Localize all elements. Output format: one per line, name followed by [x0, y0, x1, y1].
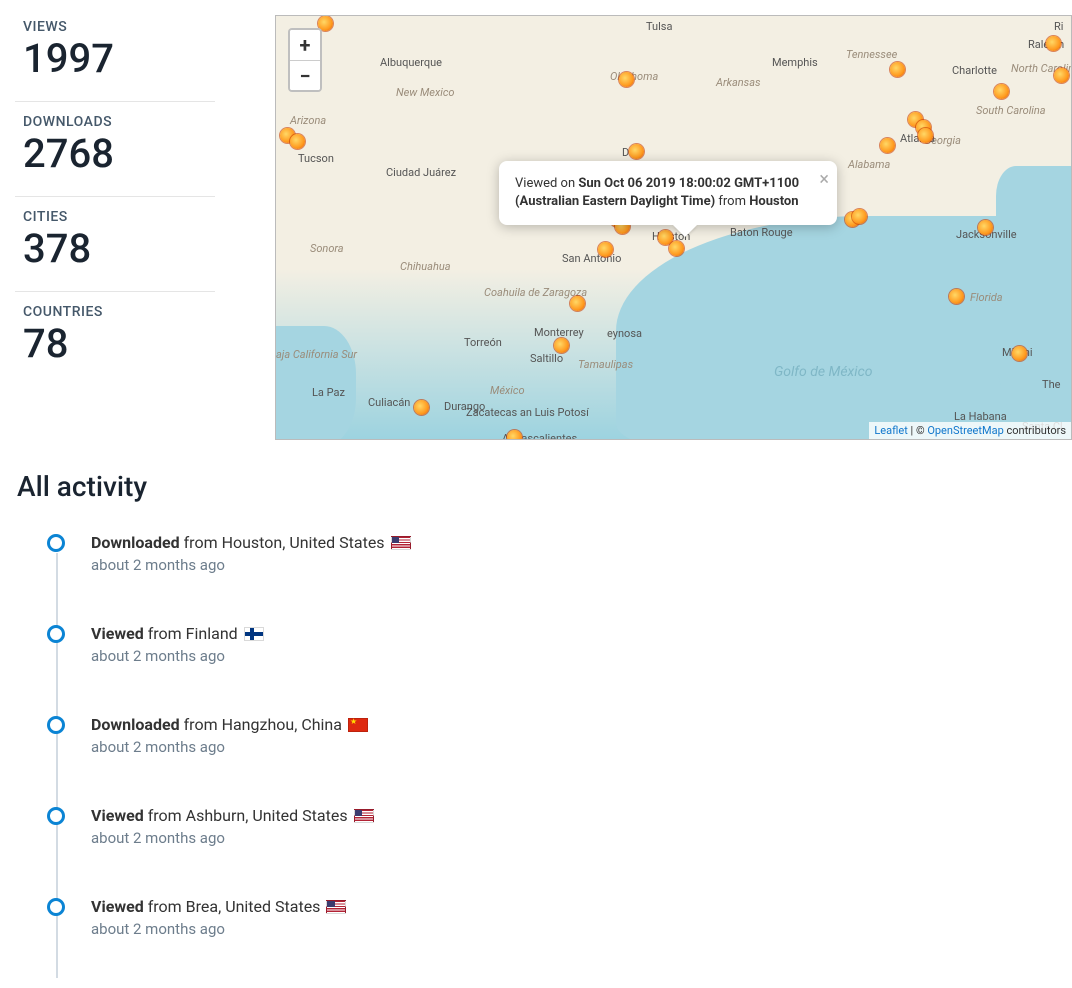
map-marker[interactable]	[918, 128, 933, 143]
activity-item: Viewed from Ashburn, United States about…	[47, 806, 1072, 847]
popup-text-from: from	[715, 194, 749, 209]
stat-value: 78	[23, 322, 207, 366]
map-marker[interactable]	[507, 430, 522, 440]
activity-item: Downloaded from Hangzhou, China about 2 …	[47, 715, 1072, 756]
flag-icon	[354, 809, 374, 823]
map-attribution: Leaflet | © OpenStreetMap contributors	[869, 422, 1071, 439]
activity-action: Viewed	[91, 897, 144, 916]
stat-countries: COUNTRIES 78	[15, 292, 215, 386]
activity-item: Viewed from Brea, United States about 2 …	[47, 897, 1072, 938]
osm-link[interactable]: OpenStreetMap	[927, 424, 1003, 437]
timeline-dot-icon	[47, 534, 65, 552]
map-marker[interactable]	[1054, 68, 1069, 83]
activity-item: Viewed from Finland about 2 months ago	[47, 624, 1072, 665]
map-marker[interactable]	[669, 241, 684, 256]
stat-views: VIEWS 1997	[15, 15, 215, 102]
zoom-control: + −	[288, 28, 322, 92]
zoom-in-button[interactable]: +	[290, 30, 320, 60]
leaflet-link[interactable]: Leaflet	[874, 424, 907, 437]
map-marker[interactable]	[629, 144, 644, 159]
stats-panel: VIEWS 1997 DOWNLOADS 2768 CITIES 378 COU…	[15, 15, 215, 440]
popup-city: Houston	[749, 194, 798, 209]
stat-label: CITIES	[23, 209, 207, 225]
activity-time: about 2 months ago	[91, 829, 1072, 847]
activity-timeline: Downloaded from Houston, United States a…	[47, 533, 1072, 938]
map-marker[interactable]	[978, 220, 993, 235]
activity-action: Viewed	[91, 806, 144, 825]
flag-icon	[348, 718, 368, 732]
activity-time: about 2 months ago	[91, 556, 1072, 574]
zoom-out-button[interactable]: −	[290, 60, 320, 90]
activity-time: about 2 months ago	[91, 920, 1072, 938]
map-popup: × Viewed on Sun Oct 06 2019 18:00:02 GMT…	[499, 161, 837, 225]
activity-location: from Houston, United States	[180, 533, 385, 552]
map-marker[interactable]	[880, 138, 895, 153]
activity-location: from Ashburn, United States	[144, 806, 348, 825]
activity-heading: All activity	[17, 470, 1072, 503]
flag-icon	[391, 536, 411, 550]
timeline-dot-icon	[47, 807, 65, 825]
stat-downloads: DOWNLOADS 2768	[15, 102, 215, 197]
activity-map[interactable]: Arizona New Mexico Oklahoma Arkansas Ten…	[275, 15, 1072, 440]
activity-location: from Finland	[144, 624, 238, 643]
map-marker[interactable]	[949, 289, 964, 304]
timeline-dot-icon	[47, 716, 65, 734]
map-marker[interactable]	[852, 209, 867, 224]
map-marker[interactable]	[1046, 36, 1061, 51]
activity-item: Downloaded from Houston, United States a…	[47, 533, 1072, 574]
map-marker[interactable]	[994, 84, 1009, 99]
stat-label: DOWNLOADS	[23, 114, 207, 130]
timeline-dot-icon	[47, 625, 65, 643]
activity-time: about 2 months ago	[91, 738, 1072, 756]
close-icon[interactable]: ×	[819, 167, 829, 192]
activity-action: Downloaded	[91, 715, 180, 734]
timeline-dot-icon	[47, 898, 65, 916]
map-marker[interactable]	[554, 338, 569, 353]
activity-action: Viewed	[91, 624, 144, 643]
stat-label: VIEWS	[23, 19, 207, 35]
activity-time: about 2 months ago	[91, 647, 1072, 665]
map-marker[interactable]	[414, 400, 429, 415]
flag-icon	[326, 900, 346, 914]
map-marker[interactable]	[598, 242, 613, 257]
stat-value: 1997	[23, 37, 207, 81]
map-marker[interactable]	[619, 72, 634, 87]
stat-value: 378	[23, 227, 207, 271]
activity-action: Downloaded	[91, 533, 180, 552]
map-marker[interactable]	[290, 134, 305, 149]
map-marker[interactable]	[890, 62, 905, 77]
activity-location: from Brea, United States	[144, 897, 321, 916]
popup-text-prefix: Viewed on	[515, 176, 578, 191]
stat-cities: CITIES 378	[15, 197, 215, 292]
stat-label: COUNTRIES	[23, 304, 207, 320]
map-marker[interactable]	[570, 296, 585, 311]
stat-value: 2768	[23, 132, 207, 176]
activity-location: from Hangzhou, China	[180, 715, 342, 734]
map-marker[interactable]	[1012, 346, 1027, 361]
flag-icon	[244, 627, 264, 641]
